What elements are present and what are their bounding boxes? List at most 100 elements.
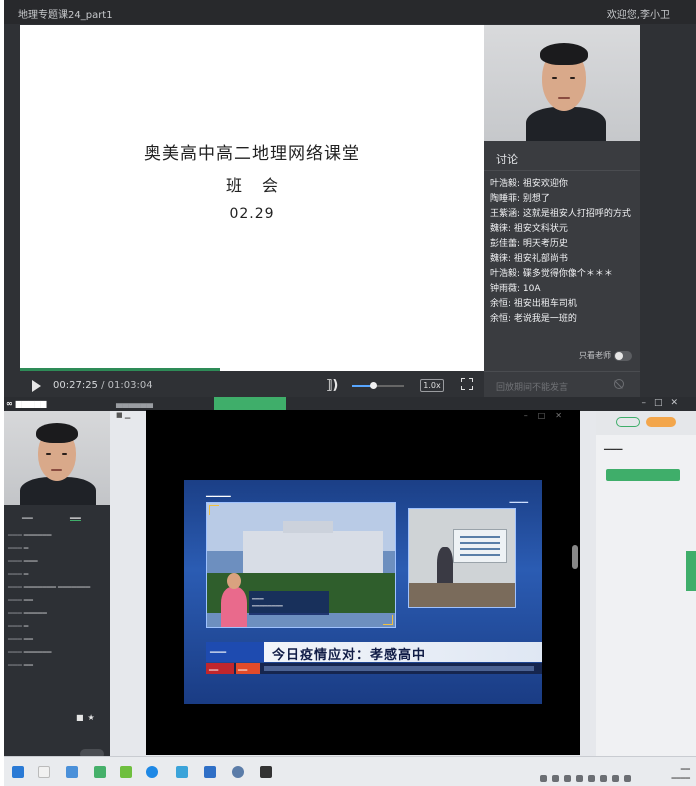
taskbar-clock[interactable]: ▁▁ ▁▁▁▁ [672, 762, 690, 780]
add-media-button[interactable] [606, 469, 680, 481]
tv-news-ticker: ▁▁ ▁▁ [206, 663, 542, 674]
share-left-tabs: ▁▁ ▁▁ [4, 507, 110, 523]
discussion-input-placeholder: 回放期间不能发言 [496, 383, 569, 393]
share-chat-list: ▁▁▁ ▁▁▁▁▁▁ ▁▁▁ ▁ ▁▁▁ ▁▁▁ ▁▁▁ ▁ ▁▁▁ ▁▁▁▁▁… [8, 529, 106, 672]
blurred-chat-line: ▁▁▁ ▁▁▁▁▁▁ [8, 529, 52, 536]
chat-message: 彭佳蕾: 明天考历史 [490, 239, 568, 249]
welcome-user-text: 欢迎您,李小卫 [606, 10, 670, 21]
blurred-chat-line: ▁▁▁ ▁▁ [8, 633, 33, 640]
volume-slider[interactable] [352, 382, 404, 389]
chat-message: 魏徕: 祖安礼部尚书 [490, 254, 568, 264]
blurred-chat-line: ▁▁▁ ▁ [8, 620, 29, 627]
tv-live-badge: ▁▁ [206, 663, 234, 674]
taskbar-app-icon[interactable] [176, 766, 188, 778]
media-panel-title: ▁▁▁ [604, 441, 623, 450]
taskbar-app-icon[interactable] [232, 766, 244, 778]
chat-message: 钟雨薇: 10A [490, 284, 541, 294]
taskbar-app-icon[interactable] [38, 766, 50, 778]
blurred-chat-line: ▁▁▁ ▁▁▁▁▁▁ [8, 646, 52, 653]
system-tray[interactable] [540, 767, 650, 782]
slide-date: 02.29 [229, 206, 275, 222]
chat-message: 叶浩毅: 祖安欢迎你 [490, 179, 568, 189]
blurred-chat-line: ▁▁▁ ▁ [8, 568, 29, 575]
fullscreen-icon[interactable] [461, 378, 473, 390]
player-titlebar: 地理专题课24_part1 欢迎您,李小卫 [4, 0, 696, 24]
tv-channel-logo: ▁▁▁▁ [206, 488, 231, 497]
taskbar-app-icon[interactable] [94, 766, 106, 778]
chat-message: 余恒: 祖安出租车司机 [490, 299, 577, 309]
share-left-icons[interactable]: ■★ [76, 713, 99, 722]
discussion-header: 讨论 [484, 141, 640, 171]
tv-headline-bar: ▁▁▁ 今日疫情应对：孝感高中 [206, 642, 542, 663]
time-separator: / [97, 380, 108, 391]
discussion-panel: 讨论 叶浩毅: 祖安欢迎你 陶睡菲: 别想了 王紫涵: 这就是祖安人打招呼的方式… [484, 141, 640, 397]
volume-icon[interactable]: ⟧) [326, 378, 338, 393]
interviewee-caption: ▁▁▁ ▁▁▁▁▁▁▁▁ [249, 591, 329, 615]
screen-share-window: ∞ ▆▆▆▆▆ ▄▄▄▄▄▄ –□✕ ▁▁ ▁▁ ▁▁▁ ▁▁▁▁▁▁ ▁▁▁ ▁… [4, 397, 696, 786]
slide-title: 奥美高中高二地理网络课堂 [144, 144, 360, 164]
only-teacher-toggle[interactable] [614, 350, 632, 361]
app-logo-icon: ∞ ▆▆▆▆▆ [6, 399, 47, 408]
video-window-controls[interactable]: –□✕ [524, 411, 572, 420]
classroom-teacher [437, 547, 453, 587]
share-teacher-webcam [4, 411, 110, 505]
tv-headline-text: 今日疫情应对：孝感高中 [272, 648, 427, 663]
taskbar-app-icon[interactable] [204, 766, 216, 778]
share-right-panel: ▁▁▁ [596, 411, 696, 756]
share-left-panel: ▁▁ ▁▁ ▁▁▁ ▁▁▁▁▁▁ ▁▁▁ ▁ ▁▁▁ ▁▁▁ ▁▁▁ ▁ ▁▁▁… [4, 411, 110, 759]
player-side-strip [640, 25, 696, 397]
share-tab-discussion[interactable]: ▁▁ [70, 511, 81, 521]
broadcast-video-window: –□✕ ▁▁▁▁ ▁▁▁ ▁▁▁ ▁▁▁▁▁▁▁▁ ▁▁▁ 今日疫情应对：孝感高中 [146, 410, 580, 755]
taskbar-app-icon[interactable] [66, 766, 78, 778]
chat-message: 叶浩毅: 碟多觉得你像个＊＊＊ [490, 269, 613, 279]
tv-time-badge: ▁▁ [236, 663, 260, 674]
taskbar-app-icon[interactable] [146, 766, 158, 778]
play-icon[interactable] [32, 380, 41, 392]
tv-broadcast-frame: ▁▁▁▁ ▁▁▁ ▁▁▁ ▁▁▁▁▁▁▁▁ ▁▁▁ 今日疫情应对：孝感高中 ▁▁… [184, 480, 542, 704]
only-teacher-label: 只看老师 [579, 351, 611, 360]
school-building [243, 521, 383, 577]
windows-start-icon[interactable] [12, 766, 24, 778]
blurred-chat-line: ▁▁▁ ▁▁▁▁▁▁▁ ▁▁▁▁▁▁▁ [8, 581, 91, 588]
playback-progress-bar[interactable] [20, 368, 220, 371]
player-control-bar: 00:27:25 / 01:03:04 ⟧) 1.0x [20, 375, 484, 397]
teacher-webcam-feed [484, 25, 640, 141]
share-tab[interactable]: ▄▄▄▄▄▄ [116, 399, 153, 408]
blurred-chat-line: ▁▁▁ ▁ [8, 542, 29, 549]
tv-interview-panel: ▁▁▁ ▁▁▁▁▁▁▁▁ [206, 502, 396, 628]
chat-message: 陶睡菲: 别想了 [490, 194, 550, 204]
only-teacher-filter[interactable]: 只看老师 [579, 350, 632, 361]
blurred-chat-line: ▁▁▁ ▁▁▁▁▁ [8, 607, 47, 614]
teacher-avatar [520, 39, 610, 141]
discussion-input[interactable]: 回放期间不能发言 [484, 371, 640, 397]
current-time: 00:27:25 [53, 380, 98, 391]
discussion-message-list: 叶浩毅: 祖安欢迎你 陶睡菲: 别想了 王紫涵: 这就是祖安人打招呼的方式 魏徕… [490, 179, 638, 329]
playback-time: 00:27:25 / 01:03:04 [53, 380, 153, 391]
window-controls[interactable]: –□✕ [641, 398, 686, 408]
blurred-chat-line: ▁▁▁ ▁▁ [8, 594, 33, 601]
volume-slider-knob[interactable] [369, 382, 377, 389]
disabled-send-icon [614, 379, 624, 389]
slide-canvas: 奥美高中高二地理网络课堂 班会 02.29 [20, 25, 484, 371]
classroom-screen [453, 529, 507, 563]
share-tab-students[interactable]: ▁▁ [22, 511, 33, 519]
tv-channel-watermark: ▁▁▁ [509, 494, 528, 503]
course-title: 地理专题课24_part1 [18, 10, 113, 21]
share-tab-active[interactable] [214, 397, 286, 411]
share-right-toolbar [596, 411, 696, 435]
share-titlebar: ∞ ▆▆▆▆▆ ▄▄▄▄▄▄ –□✕ [4, 397, 696, 411]
interviewee [221, 573, 247, 627]
taskbar-app-icon[interactable] [260, 766, 272, 778]
blurred-chat-line: ▁▁▁ ▁▁ [8, 659, 33, 666]
video-window-scroll-handle[interactable] [572, 545, 578, 569]
tv-headline-tag: ▁▁▁ [206, 642, 264, 662]
side-tab[interactable] [686, 551, 696, 591]
chat-message: 王紫涵: 这就是祖安人打招呼的方式 [490, 209, 631, 219]
taskbar-app-icon[interactable] [120, 766, 132, 778]
slide-subtitle: 班会 [225, 176, 298, 195]
share-right-pill-orange[interactable] [646, 417, 676, 427]
playback-speed-button[interactable]: 1.0x [420, 379, 444, 392]
chat-message: 余恒: 老说我是一班的 [490, 314, 577, 324]
windows-taskbar: ▁▁ ▁▁▁▁ [4, 756, 696, 786]
share-right-pill[interactable] [616, 417, 640, 427]
